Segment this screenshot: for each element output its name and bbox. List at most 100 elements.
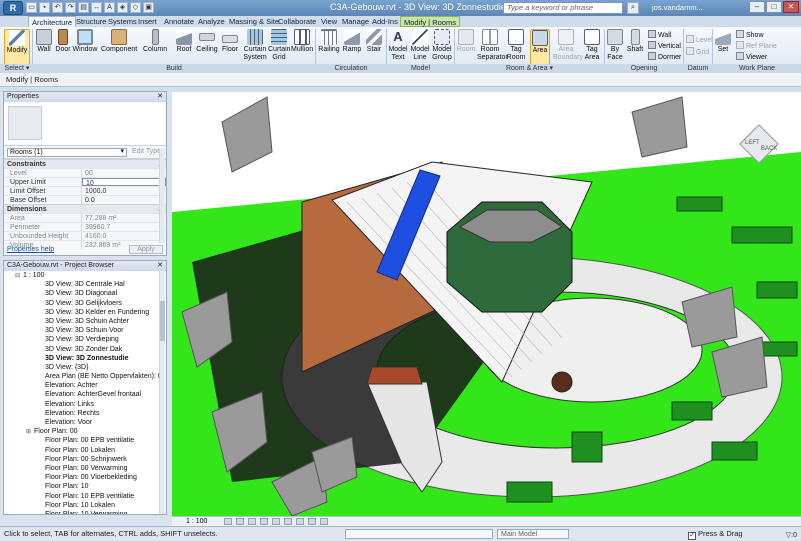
tab-architecture[interactable]: Architecture (28, 16, 77, 27)
stair-button[interactable]: Stair (365, 29, 383, 65)
browser-item[interactable]: Elevation: AchterGevel frontaal (4, 390, 161, 399)
browser-item[interactable]: 3D View: 3D Kelder en Fundering (4, 308, 161, 317)
group-label-room-area[interactable]: Room & Area ▾ (455, 64, 604, 73)
model-text-button[interactable]: A Model Text (388, 29, 408, 65)
application-menu-button[interactable]: R (3, 1, 23, 15)
lock-view-icon[interactable] (296, 518, 304, 525)
show-work-plane-button[interactable]: Show (736, 30, 764, 40)
wall-opening-button[interactable]: Wall (648, 30, 671, 40)
dormer-opening-button[interactable]: Dormer (648, 52, 681, 62)
browser-item[interactable]: Elevation: Achter (4, 381, 161, 390)
instance-filter-dropdown[interactable]: Rooms (1) (7, 148, 127, 157)
tab-insert[interactable]: Insert (135, 16, 160, 27)
tab-modify-rooms[interactable]: Modify | Rooms (400, 16, 460, 27)
browser-item[interactable]: Floor Plan: 10 Verwarming (4, 510, 161, 514)
wall-button[interactable]: Wall (34, 29, 54, 65)
tab-massing-site[interactable]: Massing & Site (226, 16, 282, 27)
viewer-button[interactable]: Viewer (736, 52, 767, 62)
selection-filter[interactable]: ▽:0 (786, 529, 797, 541)
component-button[interactable]: Component (101, 29, 137, 65)
tab-annotate[interactable]: Annotate (161, 16, 197, 27)
print-icon[interactable]: ▤ (78, 2, 89, 13)
detail-level-icon[interactable] (224, 518, 232, 525)
column-button[interactable]: Column (143, 29, 167, 65)
open-icon[interactable]: ▭ (26, 2, 37, 13)
by-face-button[interactable]: By Face (606, 29, 624, 65)
browser-item[interactable]: Elevation: Voor (4, 418, 161, 427)
curtain-system-button[interactable]: Curtain System (243, 29, 267, 65)
redo-icon[interactable]: ↷ (65, 2, 76, 13)
browser-item[interactable]: Floor Plan: 00 Lokalen (4, 446, 161, 455)
ceiling-button[interactable]: Ceiling (196, 29, 218, 65)
press-drag-toggle[interactable]: ✓ Press & Drag (688, 527, 743, 541)
model-group-button[interactable]: Model Group (431, 29, 453, 65)
expand-toggle-icon[interactable]: ⊟ (15, 272, 23, 281)
browser-item[interactable]: Floor Plan: 10 EPB ventilatie (4, 492, 161, 501)
section-icon[interactable]: ◇ (130, 2, 141, 13)
sun-path-icon[interactable] (248, 518, 256, 525)
base-offset-field[interactable]: 0.0 (82, 196, 166, 204)
set-work-plane-button[interactable]: Set (714, 29, 732, 65)
door-button[interactable]: Door (55, 29, 71, 65)
modify-button[interactable]: Modify (4, 29, 30, 65)
ramp-button[interactable]: Ramp (342, 29, 362, 65)
apply-button[interactable]: Apply (129, 245, 163, 254)
properties-scrollbar[interactable] (159, 148, 165, 243)
browser-item[interactable]: Floor Plan: 00 Vloerbekleding (4, 473, 161, 482)
shaft-button[interactable]: Shaft (626, 29, 644, 65)
tab-add-ins[interactable]: Add-Ins (369, 16, 401, 27)
crop-view-icon[interactable] (272, 518, 280, 525)
tab-manage[interactable]: Manage (339, 16, 372, 27)
section-header-dimensions[interactable]: Dimensions (4, 204, 166, 214)
mullion-button[interactable]: Mullion (291, 29, 313, 65)
tab-view[interactable]: View (318, 16, 340, 27)
edit-type-button[interactable]: Edit Type (132, 148, 161, 155)
binoculars-icon[interactable]: ⌕ (627, 2, 639, 14)
browser-item[interactable]: 3D View: 3D Zonnestudie (4, 354, 161, 363)
design-option-dropdown[interactable]: Main Model (497, 529, 569, 539)
roof-button[interactable]: Roof (175, 29, 193, 65)
3d-model-render[interactable] (172, 92, 801, 516)
railing-button[interactable]: Railing (318, 29, 340, 65)
browser-item[interactable]: Area Plan (BE Netto Oppervlakten): Hemel… (4, 372, 161, 381)
close-button[interactable]: ✕ (783, 1, 799, 13)
measure-icon[interactable]: ↔ (91, 2, 102, 13)
tab-collaborate[interactable]: Collaborate (275, 16, 319, 27)
expand-toggle-icon[interactable]: ⊞ (26, 428, 34, 437)
visual-style-icon[interactable] (236, 518, 244, 525)
browser-item[interactable]: Elevation: Links (4, 400, 161, 409)
section-header-constraints[interactable]: Constraints (4, 159, 166, 169)
save-icon[interactable]: ▪ (39, 2, 50, 13)
ref-plane-button[interactable]: Ref Plane (736, 41, 777, 51)
browser-item[interactable]: 3D View: 3D Zonder Dak (4, 345, 161, 354)
room-separator-button[interactable]: Room Separator (477, 29, 508, 65)
area-boundary-button[interactable]: Area Boundary (553, 29, 583, 65)
level-button[interactable]: Level (686, 35, 713, 45)
room-button[interactable]: Room (456, 29, 476, 65)
tab-structure[interactable]: Structure (73, 16, 109, 27)
upper-limit-field[interactable]: 10 (82, 178, 166, 187)
minimize-button[interactable]: – (749, 1, 765, 13)
properties-help-link[interactable]: Properties help (7, 246, 54, 253)
browser-item[interactable]: Floor Plan: 10 Lokalen (4, 501, 161, 510)
viewcube[interactable]: LEFT BACK (735, 120, 783, 168)
browser-scrollbar[interactable] (159, 271, 165, 514)
vertical-opening-button[interactable]: Vertical (648, 41, 681, 51)
window-button[interactable]: Window (72, 29, 98, 65)
area-button[interactable]: Area (530, 29, 550, 65)
show-crop-region-icon[interactable] (284, 518, 292, 525)
browser-item[interactable]: Floor Plan: 10 (4, 482, 161, 491)
3d-view-icon[interactable]: ◈ (117, 2, 128, 13)
text-icon[interactable]: A (104, 2, 115, 13)
curtain-grid-button[interactable]: Curtain Grid (268, 29, 291, 65)
viewcube-left-face[interactable]: LEFT (745, 140, 760, 146)
view-scale[interactable]: 1 : 100 (186, 517, 207, 526)
workset-dropdown[interactable] (345, 529, 493, 539)
browser-item[interactable]: 3D View: {3D} (4, 363, 161, 372)
model-line-button[interactable]: Model Line (410, 29, 430, 65)
tag-area-button[interactable]: Tag Area (582, 29, 602, 65)
user-account[interactable]: jos.vandamm... (652, 3, 703, 12)
undo-icon[interactable]: ↶ (52, 2, 63, 13)
browser-item[interactable]: 3D View: 3D Diagonaal (4, 289, 161, 298)
close-icon[interactable]: ✕ (157, 92, 163, 102)
